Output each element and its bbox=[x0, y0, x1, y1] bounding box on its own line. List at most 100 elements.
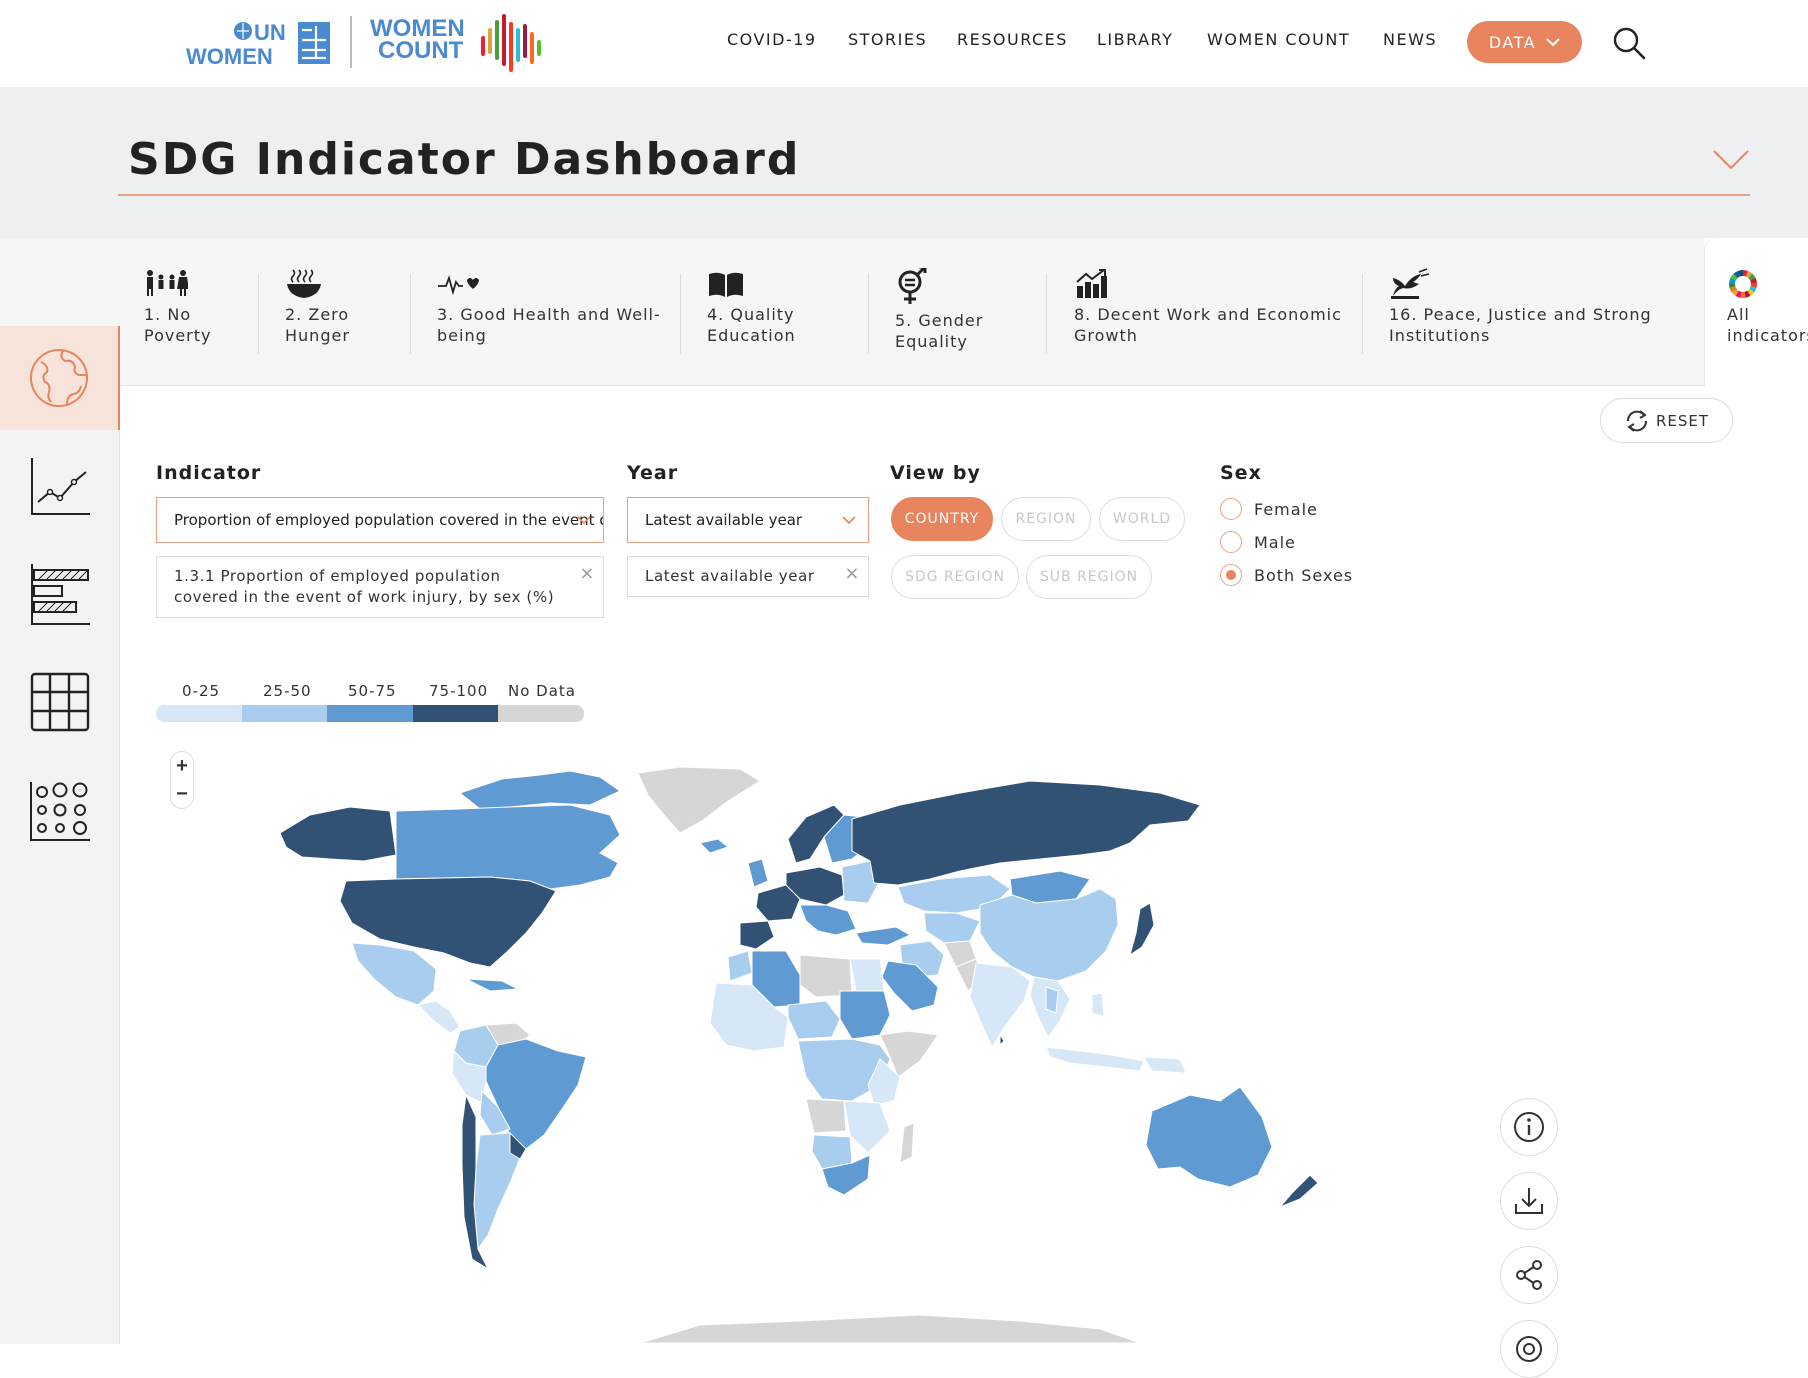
nav-resources[interactable]: RESOURCES bbox=[957, 30, 1068, 49]
country-sri-lanka bbox=[999, 1033, 1005, 1047]
goal-label-line1: 1. No bbox=[144, 305, 192, 324]
radio-button[interactable] bbox=[1220, 498, 1242, 520]
search-icon[interactable] bbox=[1612, 26, 1646, 60]
view-sidebar bbox=[0, 326, 120, 1344]
goal-8-decent-work[interactable]: 8. Decent Work and Economic Growth bbox=[1074, 268, 1342, 346]
country-canada-islands bbox=[458, 770, 621, 810]
zoom-in-button[interactable]: + bbox=[176, 755, 188, 778]
svg-text:COUNT: COUNT bbox=[378, 37, 464, 64]
zoom-out-button[interactable]: − bbox=[176, 783, 188, 806]
legend-color-bar bbox=[156, 705, 584, 722]
country-new-zealand bbox=[1279, 1174, 1319, 1208]
map-view-button[interactable] bbox=[0, 326, 120, 430]
country-angola bbox=[805, 1098, 847, 1134]
legend-label-25-50: 25-50 bbox=[263, 682, 312, 700]
radio-button[interactable] bbox=[1220, 531, 1242, 553]
download-icon bbox=[1515, 1188, 1543, 1214]
legend-label-50-75: 50-75 bbox=[348, 682, 397, 700]
view-by-sdg-region[interactable]: SDG REGION bbox=[891, 555, 1019, 599]
goal-2-zero-hunger[interactable]: 2. Zero Hunger bbox=[285, 268, 350, 346]
book-icon bbox=[709, 272, 743, 297]
country-sudan bbox=[839, 990, 891, 1040]
gender-icon bbox=[898, 268, 927, 304]
all-indicators-label: All indicators bbox=[1727, 268, 1808, 346]
view-by-region[interactable]: REGION bbox=[1001, 497, 1091, 541]
country-central-america bbox=[417, 1000, 461, 1034]
goal-label-line1: 4. Quality bbox=[707, 305, 795, 324]
country-mexico bbox=[351, 942, 437, 1006]
country-madagascar bbox=[899, 1122, 915, 1164]
sex-option-male[interactable]: Male bbox=[1220, 531, 1296, 553]
nav-covid19[interactable]: COVID-19 bbox=[727, 30, 817, 49]
chevron-down-icon[interactable] bbox=[1712, 148, 1750, 172]
data-dropdown-button[interactable]: DATA bbox=[1467, 21, 1582, 63]
goal-divider bbox=[410, 274, 411, 354]
reset-button[interactable]: RESET bbox=[1600, 398, 1733, 443]
legend-swatch bbox=[241, 705, 328, 722]
table-view-button[interactable] bbox=[0, 650, 120, 754]
women-count-logo[interactable]: WOMEN COUNT bbox=[370, 12, 546, 74]
data-button-label: DATA bbox=[1488, 32, 1537, 52]
goal-divider bbox=[258, 274, 259, 354]
country-spain-portugal bbox=[739, 920, 775, 950]
nav-stories[interactable]: STORIES bbox=[848, 30, 927, 49]
nav-women-count[interactable]: WOMEN COUNT bbox=[1207, 30, 1350, 49]
info-button[interactable] bbox=[1500, 1098, 1558, 1156]
sex-option-female[interactable]: Female bbox=[1220, 498, 1318, 520]
goal-label-line1: 5. Gender bbox=[895, 311, 984, 330]
goal-divider bbox=[680, 274, 681, 354]
goal-label-line1: 2. Zero bbox=[285, 305, 350, 324]
indicator-label: Indicator bbox=[156, 462, 262, 484]
view-by-world[interactable]: WORLD bbox=[1099, 497, 1185, 541]
remove-tag-icon[interactable]: × bbox=[844, 563, 860, 584]
country-japan bbox=[1129, 902, 1155, 957]
line-chart-icon bbox=[31, 458, 90, 515]
bar-chart-view-button[interactable] bbox=[0, 542, 120, 646]
share-button[interactable] bbox=[1500, 1246, 1558, 1304]
goal-4-quality-education[interactable]: 4. Quality Education bbox=[707, 268, 796, 346]
country-papua bbox=[1143, 1056, 1187, 1074]
un-women-logo[interactable]: UN WOMEN bbox=[186, 18, 334, 68]
country-australia bbox=[1145, 1086, 1273, 1188]
goal-16-peace-justice[interactable]: 16. Peace, Justice and Strong Institutio… bbox=[1389, 268, 1652, 346]
sex-option-both[interactable]: Both Sexes bbox=[1220, 564, 1353, 586]
sdg-wheel-icon bbox=[1729, 270, 1757, 298]
dot-grid-icon bbox=[30, 782, 90, 841]
table-grid-icon bbox=[30, 672, 90, 732]
indicator-tag-line1: 1.3.1 Proportion of employed population bbox=[174, 567, 501, 585]
goal-3-good-health[interactable]: 3. Good Health and Well- being bbox=[437, 268, 661, 346]
year-tag: Latest available year × bbox=[627, 556, 869, 597]
goal-label-line2: Growth bbox=[1074, 326, 1138, 345]
download-button[interactable] bbox=[1500, 1172, 1558, 1230]
view-by-sub-region[interactable]: SUB REGION bbox=[1026, 555, 1152, 599]
sex-option-label: Male bbox=[1254, 532, 1296, 552]
goal-5-gender-equality[interactable]: 5. Gender Equality bbox=[895, 268, 983, 352]
embed-button[interactable] bbox=[1500, 1320, 1558, 1378]
legend-label-no-data: No Data bbox=[508, 682, 576, 700]
all-indicators-tab[interactable]: All indicators bbox=[1704, 238, 1808, 386]
year-select[interactable]: Latest available year bbox=[627, 497, 869, 543]
country-thailand bbox=[1045, 986, 1059, 1014]
view-by-country[interactable]: COUNTRY bbox=[891, 497, 993, 541]
nav-library[interactable]: LIBRARY bbox=[1097, 30, 1173, 49]
svg-text:WOMEN: WOMEN bbox=[186, 44, 273, 68]
legend-label-75-100: 75-100 bbox=[429, 682, 489, 700]
country-cuba bbox=[465, 978, 520, 992]
goal-1-no-poverty[interactable]: 1. No Poverty bbox=[144, 268, 212, 346]
indicator-select[interactable]: Proportion of employed population covere… bbox=[156, 497, 604, 543]
globe-icon bbox=[30, 349, 88, 407]
dove-icon bbox=[1391, 268, 1430, 299]
view-by-label: View by bbox=[890, 462, 981, 484]
growth-chart-icon bbox=[1076, 269, 1107, 298]
line-chart-view-button[interactable] bbox=[0, 434, 120, 538]
country-russia bbox=[851, 780, 1201, 886]
dot-grid-view-button[interactable] bbox=[0, 758, 120, 862]
remove-tag-icon[interactable]: × bbox=[579, 563, 595, 584]
radio-button-selected[interactable] bbox=[1220, 564, 1242, 586]
chevron-down-icon bbox=[842, 516, 856, 525]
world-choropleth-map[interactable] bbox=[240, 755, 1390, 1344]
heartbeat-icon bbox=[438, 275, 479, 296]
reset-label: RESET bbox=[1655, 411, 1710, 430]
nav-news[interactable]: NEWS bbox=[1383, 30, 1437, 49]
country-central-asia bbox=[923, 912, 981, 944]
